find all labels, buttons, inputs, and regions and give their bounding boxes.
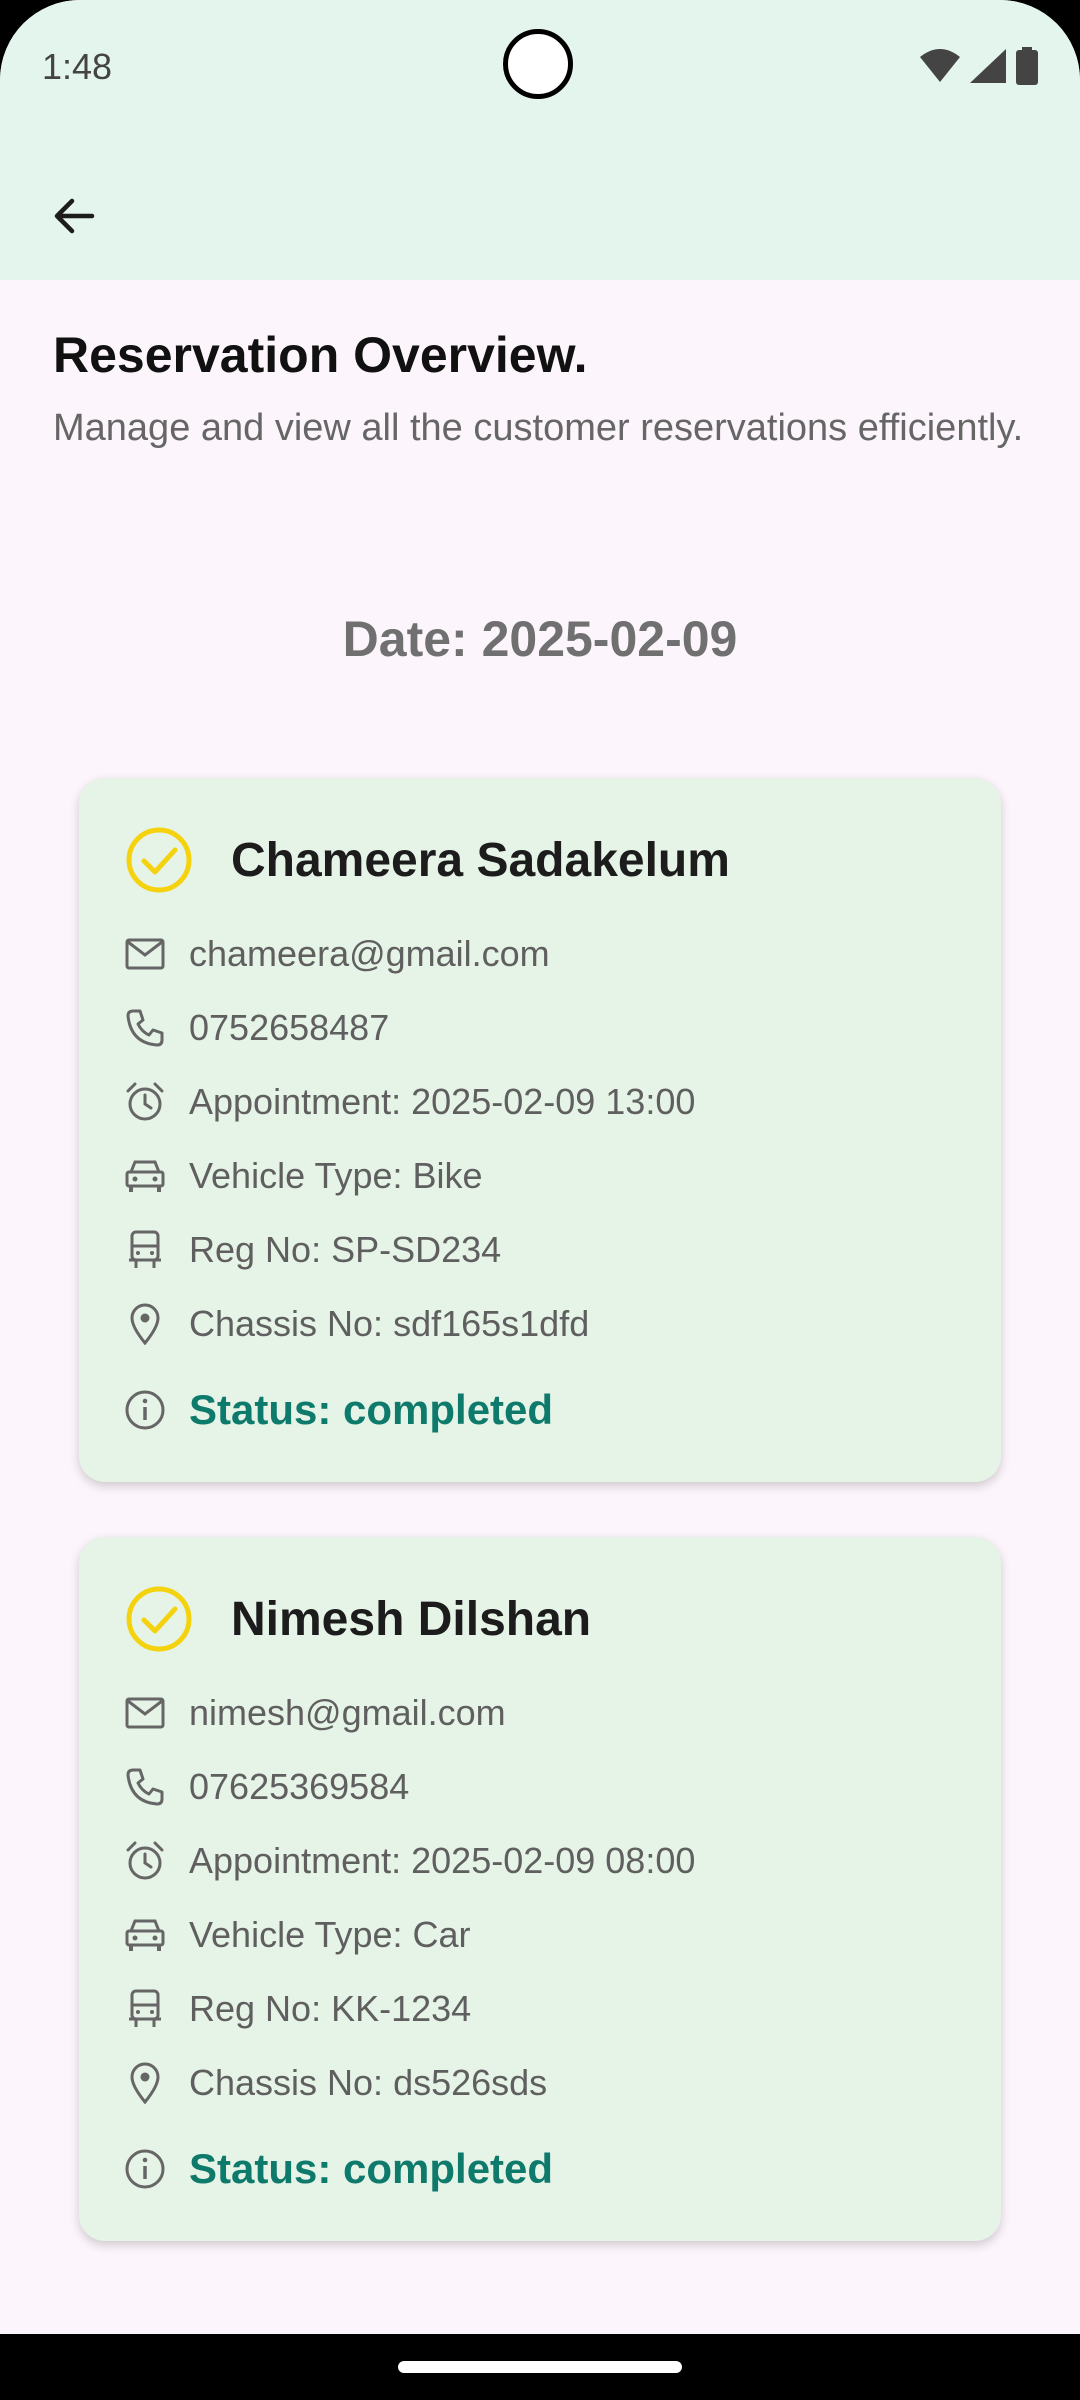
arrow-left-icon — [50, 192, 98, 240]
reg-no-row: Reg No: SP-SD234 — [123, 1228, 501, 1272]
info-icon — [123, 2147, 167, 2191]
phone-icon — [123, 1006, 167, 1050]
appointment-row: Appointment: 2025-02-09 08:00 — [123, 1839, 695, 1883]
card-header: Nimesh Dilshan — [125, 1585, 591, 1653]
reservation-status: Status: completed — [189, 2145, 554, 2192]
customer-email: nimesh@gmail.com — [189, 1692, 506, 1733]
reg-number: Reg No: KK-1234 — [189, 1988, 472, 2029]
chassis-no-row: Chassis No: sdf165s1dfd — [123, 1302, 589, 1346]
info-icon — [123, 1388, 167, 1432]
car-icon — [123, 1913, 167, 1957]
screen: 1:48 Reservation Overview. Manage and vi… — [0, 0, 1080, 2400]
appointment-row: Appointment: 2025-02-09 13:00 — [123, 1080, 695, 1124]
vehicle-type: Vehicle Type: Car — [189, 1914, 471, 1955]
customer-name: Chameera Sadakelum — [231, 833, 730, 887]
check-circle-icon — [125, 1585, 193, 1653]
bus-icon — [123, 1228, 167, 1272]
reservation-card[interactable]: Chameera Sadakelum chameera@gmail.com 07… — [79, 778, 1001, 1482]
phone-icon — [123, 1765, 167, 1809]
alarm-clock-icon — [123, 1080, 167, 1124]
location-pin-icon — [123, 1302, 167, 1346]
customer-phone: 07625369584 — [189, 1766, 410, 1807]
status-time: 1:48 — [42, 46, 113, 87]
customer-email: chameera@gmail.com — [189, 933, 550, 974]
email-row: chameera@gmail.com — [123, 932, 550, 976]
signal-icon — [970, 49, 1006, 83]
alarm-clock-icon — [123, 1839, 167, 1883]
app-bar — [0, 140, 1080, 280]
appointment-time: Appointment: 2025-02-09 13:00 — [189, 1081, 696, 1122]
camera-cutout — [503, 29, 573, 99]
reservation-status: Status: completed — [189, 1386, 554, 1433]
card-header: Chameera Sadakelum — [125, 826, 730, 894]
reg-number: Reg No: SP-SD234 — [189, 1229, 502, 1270]
reservation-card[interactable]: Nimesh Dilshan nimesh@gmail.com 07625369… — [79, 1537, 1001, 2241]
mail-icon — [123, 1691, 167, 1735]
back-button[interactable] — [26, 168, 122, 264]
location-pin-icon — [123, 2061, 167, 2105]
status-icons — [920, 46, 1038, 86]
status-row: Status: completed — [123, 1386, 553, 1434]
status-bar: 1:48 — [0, 0, 1080, 140]
reg-no-row: Reg No: KK-1234 — [123, 1987, 471, 2031]
date-label: Date: 2025-02-09 — [342, 611, 738, 667]
check-circle-icon — [125, 826, 193, 894]
customer-name: Nimesh Dilshan — [231, 1592, 592, 1646]
vehicle-type-row: Vehicle Type: Bike — [123, 1154, 483, 1198]
vehicle-type-row: Vehicle Type: Car — [123, 1913, 471, 1957]
phone-row: 0752658487 — [123, 1006, 389, 1050]
page-title: Reservation Overview. — [53, 327, 588, 383]
chassis-number: Chassis No: sdf165s1dfd — [189, 1303, 590, 1344]
home-indicator[interactable] — [398, 2361, 682, 2373]
phone-row: 07625369584 — [123, 1765, 409, 1809]
vehicle-type: Vehicle Type: Bike — [189, 1155, 483, 1196]
chassis-no-row: Chassis No: ds526sds — [123, 2061, 547, 2105]
email-row: nimesh@gmail.com — [123, 1691, 506, 1735]
status-row: Status: completed — [123, 2145, 553, 2193]
bus-icon — [123, 1987, 167, 2031]
wifi-icon — [920, 49, 960, 83]
car-icon — [123, 1154, 167, 1198]
page-subtitle: Manage and view all the customer reserva… — [53, 407, 1024, 449]
appointment-time: Appointment: 2025-02-09 08:00 — [189, 1840, 696, 1881]
mail-icon — [123, 932, 167, 976]
customer-phone: 0752658487 — [189, 1007, 390, 1048]
battery-icon — [1016, 47, 1038, 85]
chassis-number: Chassis No: ds526sds — [189, 2062, 548, 2103]
